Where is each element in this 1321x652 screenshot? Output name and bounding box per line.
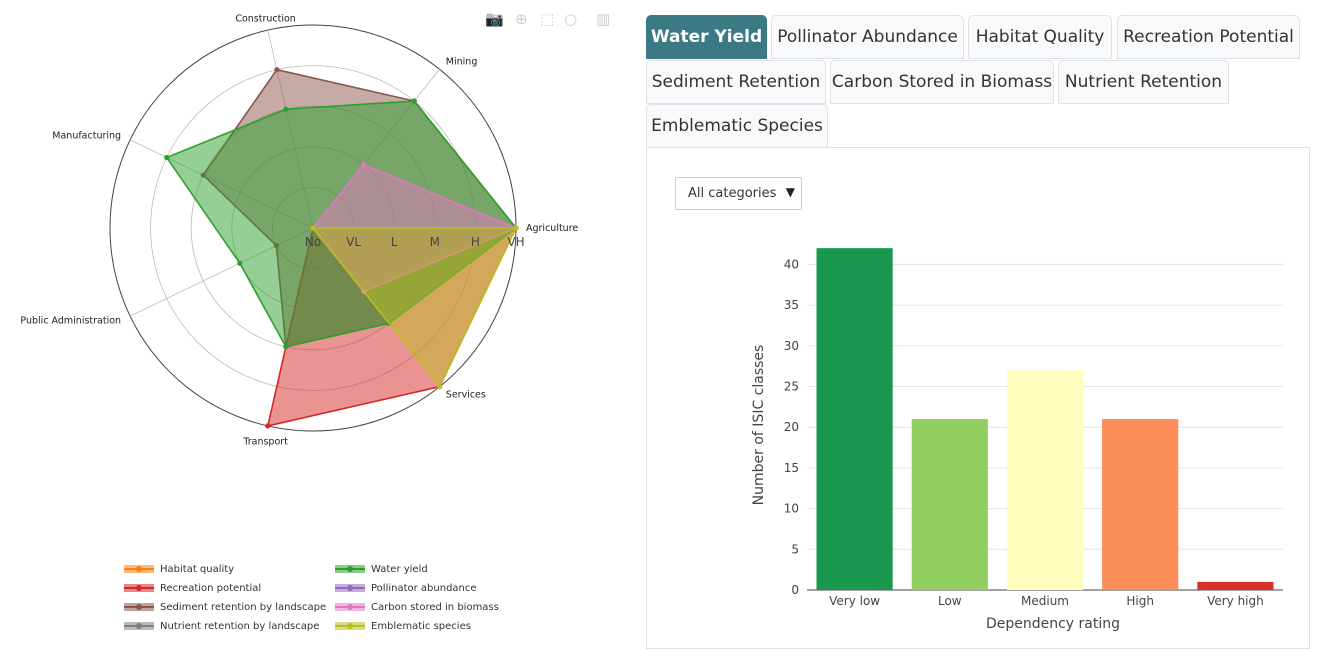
legend-item[interactable]: Nutrient retention by landscape — [124, 618, 319, 634]
legend-swatch — [335, 563, 365, 575]
y-tick-label: 0 — [791, 583, 799, 597]
legend-swatch — [124, 563, 154, 575]
legend-item[interactable]: Carbon stored in biomass — [335, 599, 499, 615]
radar-level-label: VL — [346, 235, 361, 249]
legend-swatch — [335, 582, 365, 594]
x-tick-label: Medium — [1021, 594, 1069, 608]
radar-level-label: M — [430, 235, 440, 249]
tab-emblematic-species[interactable]: Emblematic Species — [646, 104, 828, 148]
y-axis-title: Number of ISIC classes — [751, 345, 767, 506]
x-tick-label: Low — [938, 594, 962, 608]
legend-label: Emblematic species — [371, 620, 471, 632]
bar[interactable] — [1102, 419, 1179, 590]
legend-item[interactable]: Pollinator abundance — [335, 580, 477, 596]
radar-point[interactable] — [310, 225, 316, 231]
legend-item[interactable]: Water yield — [335, 561, 428, 577]
legend-label: Nutrient retention by landscape — [160, 620, 320, 632]
bar-chart-panel: All categories ▼ 0 5 10 15 20 25 30 35 40 Very lo… — [646, 147, 1310, 649]
box-select-icon[interactable]: ⬚ — [540, 10, 554, 28]
radar-level-label: H — [471, 235, 480, 249]
camera-icon[interactable]: 📷 — [485, 10, 504, 28]
legend-swatch — [124, 601, 154, 613]
radar-point[interactable] — [283, 344, 289, 350]
tab-habitat-quality[interactable]: Habitat Quality — [968, 15, 1112, 59]
radar-axis-label: Construction — [235, 13, 296, 24]
lasso-select-icon[interactable]: ○ — [564, 10, 577, 28]
y-tick-label: 25 — [784, 380, 799, 394]
legend-label: Recreation potential — [160, 582, 262, 594]
y-tick-label: 40 — [784, 257, 799, 271]
x-tick-label: Very low — [829, 594, 880, 608]
y-tick-label: 35 — [784, 298, 799, 312]
radar-level-label: L — [391, 235, 398, 249]
y-tick-label: 5 — [791, 542, 799, 556]
bar[interactable] — [1197, 581, 1274, 590]
radar-point[interactable] — [265, 423, 271, 429]
zoom-icon[interactable]: ⊕ — [515, 10, 528, 28]
radar-axis-label: Agriculture — [526, 223, 578, 234]
y-tick-label: 20 — [784, 420, 799, 434]
legend-swatch — [335, 620, 365, 632]
radar-point[interactable] — [164, 154, 170, 161]
radar-axis-label: Mining — [446, 56, 478, 67]
legend-label: Habitat quality — [160, 563, 235, 575]
legend-label: Sediment retention by landscape — [160, 601, 327, 613]
radar-point[interactable] — [513, 225, 519, 231]
legend-label: Carbon stored in biomass — [371, 601, 499, 613]
radar-point[interactable] — [283, 106, 289, 112]
x-tick-label: High — [1126, 594, 1154, 608]
tab-pollinator-abundance[interactable]: Pollinator Abundance — [771, 15, 964, 59]
legend-item[interactable]: Emblematic species — [335, 618, 471, 634]
radar-chart-container: No VL L M H VH Agriculture Mining Construction Ma… — [0, 0, 640, 652]
radar-axis-label: Public Administration — [20, 315, 121, 326]
legend-swatch — [335, 601, 365, 613]
radar-point[interactable] — [436, 384, 443, 390]
radar-point[interactable] — [361, 161, 367, 168]
bar[interactable] — [1006, 370, 1084, 590]
legend-swatch — [124, 582, 154, 594]
radar-axis-label: Transport — [242, 437, 288, 448]
legend-item[interactable]: Recreation potential — [124, 580, 261, 596]
legend-label: Pollinator abundance — [371, 582, 477, 594]
bar[interactable] — [911, 419, 988, 590]
y-tick-label: 15 — [784, 461, 799, 475]
legend-item[interactable]: Habitat quality — [124, 561, 234, 577]
y-tick-label: 30 — [784, 339, 799, 353]
x-tick-label: Very high — [1207, 594, 1264, 608]
radar-level-label: No — [305, 235, 321, 249]
tab-sediment-retention[interactable]: Sediment Retention — [646, 60, 826, 104]
bar[interactable] — [816, 248, 893, 590]
legend-swatch — [124, 620, 154, 632]
radar-chart: No VL L M H VHAgriculture Mining Construction Ma… — [20, 13, 578, 448]
plotly-logo-icon[interactable]: ▥ — [596, 10, 610, 28]
y-tick-label: 10 — [784, 502, 799, 516]
radar-point[interactable] — [237, 260, 243, 266]
radar-axis-label: Services — [446, 390, 486, 401]
tab-nutrient-retention[interactable]: Nutrient Retention — [1058, 60, 1229, 104]
radar-axis-label: Manufacturing — [52, 131, 121, 142]
legend-label: Water yield — [371, 563, 428, 575]
radar-point[interactable] — [411, 98, 417, 104]
legend-item[interactable]: Sediment retention by landscape — [124, 599, 326, 615]
x-axis-title: Dependency rating — [986, 616, 1120, 632]
bar-chart: 0 5 10 15 20 25 30 35 40 Very low Low Medium High Ver… — [751, 248, 1283, 632]
radar-level-label: VH — [507, 235, 524, 249]
tab-carbon-stored-in-biomass[interactable]: Carbon Stored in Biomass — [830, 60, 1054, 104]
tab-recreation-potential[interactable]: Recreation Potential — [1117, 15, 1300, 59]
tab-water-yield[interactable]: Water Yield — [646, 15, 767, 59]
radar-point[interactable] — [274, 67, 280, 73]
